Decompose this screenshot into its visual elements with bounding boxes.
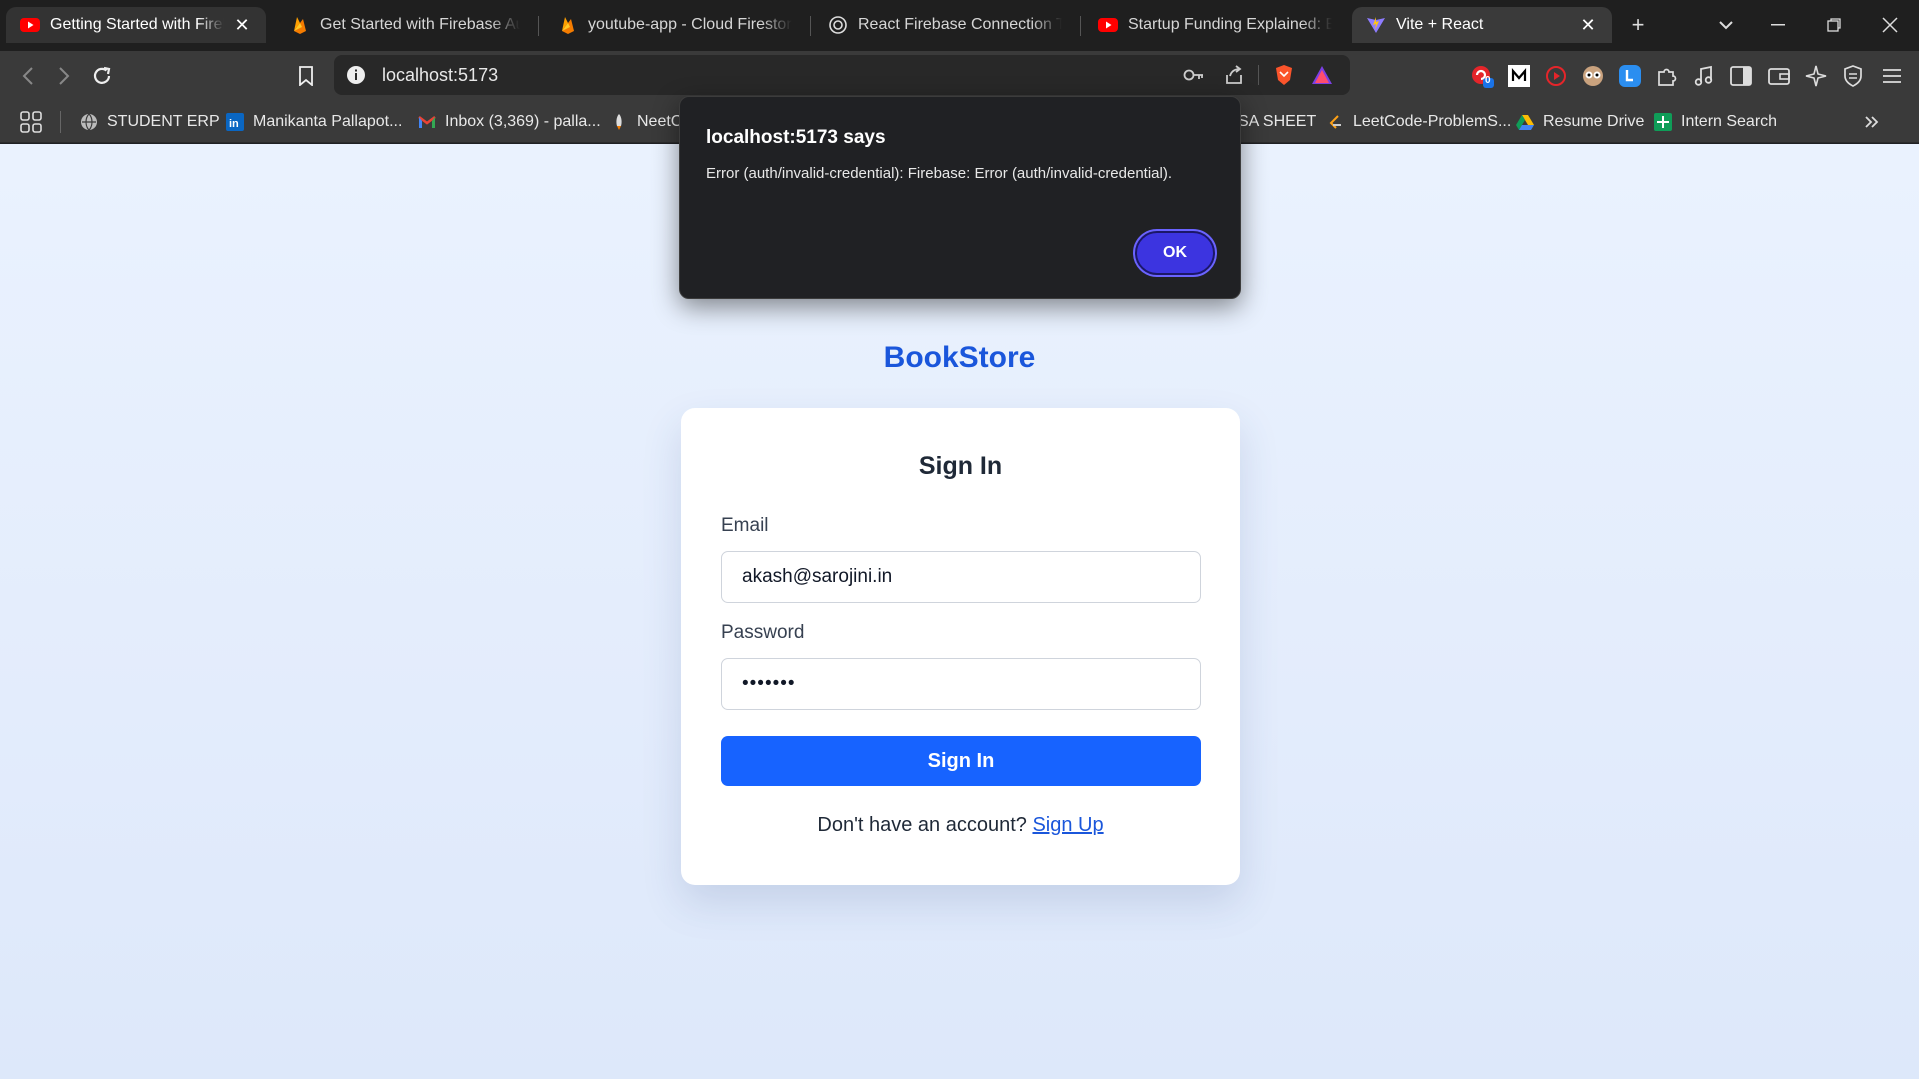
leo-ai-icon[interactable] (1804, 64, 1828, 88)
key-icon[interactable] (1182, 63, 1206, 87)
tab-search-chevron-icon[interactable] (1710, 10, 1742, 40)
bookmark-dsa-sheet[interactable]: SA SHEET (1238, 109, 1316, 135)
browser-toolbar: localhost:5173 0 (0, 51, 1919, 101)
sign-in-card: Sign In Email akash@sarojini.in Password… (681, 408, 1240, 885)
leetcode-icon (1326, 113, 1344, 131)
brand-title[interactable]: BookStore (0, 341, 1919, 375)
medium-icon[interactable] (1507, 64, 1531, 88)
bookmark-student-erp[interactable]: STUDENT ERP (80, 109, 220, 135)
brave-shields-icon[interactable] (1272, 63, 1296, 87)
tab-react-firebase-test[interactable]: React Firebase Connection Test (814, 7, 1076, 43)
youtube-icon (20, 15, 40, 35)
tab-cloud-firestore[interactable]: youtube-app - Cloud Firestore (544, 7, 806, 43)
brave-rewards-icon[interactable] (1310, 63, 1334, 87)
bookmark-label: NeetC (637, 113, 683, 130)
bookmark-label: LeetCode-ProblemS... (1353, 113, 1512, 130)
minimize-window-button[interactable] (1762, 10, 1794, 40)
sign-up-link[interactable]: Sign Up (1032, 814, 1103, 836)
dialog-message: Error (auth/invalid-credential): Firebas… (706, 165, 1173, 182)
bookmark-label: Inbox (3,369) - palla... (445, 113, 601, 130)
menu-hamburger-icon[interactable] (1880, 64, 1904, 88)
rocket-icon (610, 113, 628, 131)
more-bookmarks-chevron-icon[interactable] (1864, 109, 1880, 135)
bookmark-label: SA SHEET (1238, 113, 1317, 130)
youtube-icon (1098, 15, 1118, 35)
gmail-icon (418, 113, 436, 131)
svg-text:in: in (229, 118, 239, 130)
tab-title: Get Started with Firebase Authe (320, 16, 520, 33)
media-music-icon[interactable] (1692, 64, 1716, 88)
tab-title: Getting Started with Fireba (50, 16, 224, 33)
tab-strip: Getting Started with Fireba ✕ Get Starte… (0, 0, 1919, 51)
email-label: Email (721, 515, 769, 536)
vpn-shield-icon[interactable] (1841, 64, 1865, 88)
tab-title: Vite + React (1396, 16, 1484, 33)
blue-extension-icon[interactable] (1618, 64, 1642, 88)
back-button[interactable] (12, 60, 44, 92)
tab-separator (810, 16, 811, 36)
vite-icon (1366, 15, 1386, 35)
firebase-icon (290, 15, 310, 35)
tab-getting-started[interactable]: Getting Started with Fireba ✕ (6, 7, 266, 43)
tab-firebase-auth[interactable]: Get Started with Firebase Authe (276, 7, 534, 43)
firebase-icon (558, 15, 578, 35)
close-tab-icon[interactable]: ✕ (232, 15, 252, 35)
tab-title: youtube-app - Cloud Firestore (588, 16, 792, 33)
omnibox-separator (1258, 65, 1259, 85)
wallet-icon[interactable] (1767, 64, 1791, 88)
tab-separator (1080, 16, 1081, 36)
extension-badge-count: 0 (1485, 75, 1491, 86)
bookmark-gmail-inbox[interactable]: Inbox (3,369) - palla... (418, 109, 601, 135)
bookmark-neetcode[interactable]: NeetC (610, 109, 682, 135)
video-extension-icon[interactable] (1544, 64, 1568, 88)
bookmark-label: Intern Search (1681, 113, 1778, 130)
tab-title: React Firebase Connection Test (858, 16, 1062, 33)
sign-in-heading: Sign In (918, 452, 1003, 480)
password-field[interactable]: ••••••• (721, 658, 1201, 710)
alert-dialog: localhost:5173 says Error (auth/invalid-… (679, 96, 1241, 299)
bookmark-resume-drive[interactable]: Resume Drive (1516, 109, 1644, 135)
owl-extension-icon[interactable] (1581, 64, 1605, 88)
apps-grid-icon[interactable] (20, 109, 42, 135)
tab-startup-funding[interactable]: Startup Funding Explained: Eve (1084, 7, 1346, 43)
bookmark-label: STUDENT ERP (107, 113, 220, 130)
globe-icon (80, 113, 98, 131)
ok-button[interactable]: OK (1133, 229, 1217, 277)
dialog-title: localhost:5173 says (706, 127, 886, 148)
bookmark-linkedin[interactable]: in Manikanta Pallapot... (226, 109, 402, 135)
signup-prompt-text: Don't have an account? (817, 814, 1027, 836)
globe-icon (828, 15, 848, 35)
site-info-icon[interactable] (346, 65, 366, 85)
restore-window-button[interactable] (1818, 10, 1850, 40)
bookmark-icon[interactable] (290, 60, 322, 92)
forward-button[interactable] (48, 60, 80, 92)
extensions-puzzle-icon[interactable] (1655, 64, 1679, 88)
tab-separator (538, 16, 539, 36)
url-text[interactable]: localhost:5173 (382, 65, 498, 86)
address-bar[interactable]: localhost:5173 (334, 55, 1350, 95)
bookmark-label: Resume Drive (1543, 113, 1645, 130)
sheets-icon (1654, 113, 1672, 131)
tab-vite-react[interactable]: Vite + React ✕ (1352, 7, 1612, 43)
close-tab-icon[interactable]: ✕ (1578, 15, 1598, 35)
bookmark-separator (60, 111, 61, 133)
bookmark-intern-search[interactable]: Intern Search (1654, 109, 1777, 135)
email-field[interactable]: akash@sarojini.in (721, 551, 1201, 603)
password-label: Password (721, 622, 805, 643)
sidebar-toggle-icon[interactable] (1729, 64, 1753, 88)
bookmark-label: Manikanta Pallapot... (253, 113, 403, 130)
extension-badge-icon[interactable]: 0 (1470, 64, 1494, 88)
share-icon[interactable] (1222, 63, 1246, 87)
tab-title: Startup Funding Explained: Eve (1128, 16, 1332, 33)
linkedin-icon: in (226, 113, 244, 131)
new-tab-button[interactable]: + (1622, 10, 1654, 40)
signup-prompt-row: Don't have an account? Sign Up (681, 814, 1240, 837)
drive-icon (1516, 113, 1534, 131)
reload-button[interactable] (86, 60, 118, 92)
sign-in-button[interactable]: Sign In (721, 736, 1201, 786)
bookmark-leetcode[interactable]: LeetCode-ProblemS... (1326, 109, 1511, 135)
close-window-button[interactable] (1874, 10, 1906, 40)
